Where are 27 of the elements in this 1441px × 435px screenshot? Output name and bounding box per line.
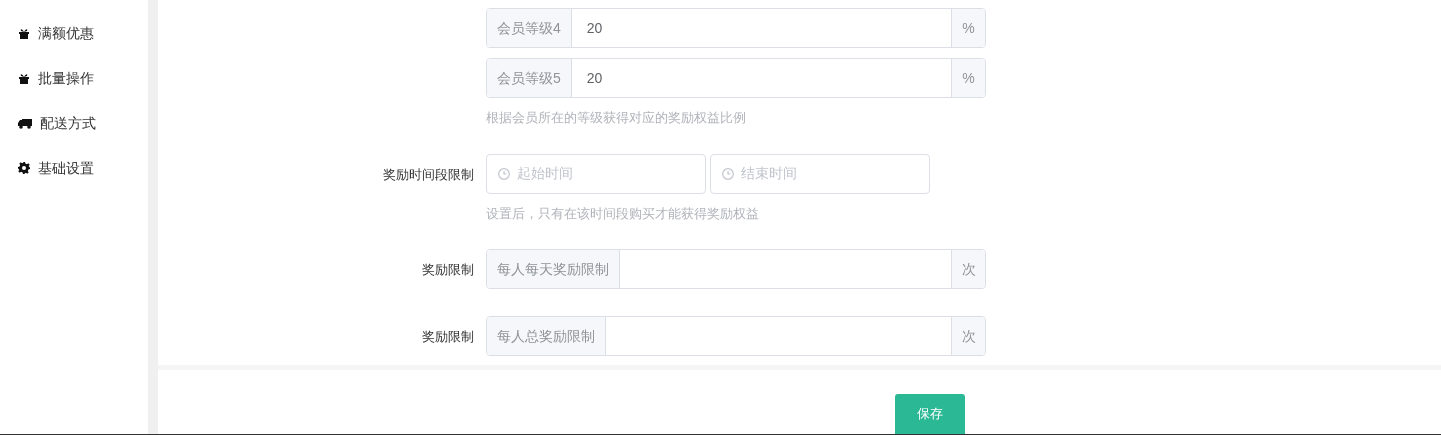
input-prefix: 每人总奖励限制 bbox=[487, 317, 606, 355]
input-field[interactable]: 会员等级5 20 % bbox=[486, 58, 986, 98]
input-suffix: 次 bbox=[951, 317, 985, 355]
input-field[interactable]: 会员等级4 20 % bbox=[486, 8, 986, 48]
sidebar-item[interactable]: 批量操作 bbox=[38, 67, 94, 89]
input-value: 20 bbox=[586, 68, 603, 88]
hint-text: 设置后，只有在该时间段购买才能获得奖励权益 bbox=[486, 204, 759, 223]
field-label: 奖励限制 bbox=[422, 262, 474, 277]
truck-icon bbox=[18, 117, 32, 129]
field-label: 奖励时间段限制 bbox=[383, 166, 474, 182]
input-value: 20 bbox=[586, 18, 603, 38]
hint-text: 根据会员所在的等级获得对应的奖励权益比例 bbox=[486, 109, 746, 127]
clock-icon bbox=[722, 167, 734, 180]
settings-icon bbox=[18, 162, 30, 174]
input-suffix: % bbox=[951, 59, 985, 97]
sidebar-item[interactable]: 满额优惠 bbox=[38, 22, 94, 44]
sidebar-item[interactable]: 基础设置 bbox=[38, 157, 94, 179]
input-prefix: 每人每天奖励限制 bbox=[487, 250, 620, 288]
input-prefix: 会员等级4 bbox=[487, 9, 572, 47]
input-suffix: 次 bbox=[951, 250, 985, 288]
clock-icon bbox=[498, 167, 510, 180]
input-suffix: % bbox=[951, 9, 985, 47]
gift-icon bbox=[18, 27, 30, 39]
sidebar-item[interactable]: 配送方式 bbox=[40, 112, 96, 134]
field-label: 奖励限制 bbox=[422, 329, 474, 344]
gift-icon bbox=[18, 72, 30, 84]
input-prefix: 会员等级5 bbox=[487, 59, 572, 97]
